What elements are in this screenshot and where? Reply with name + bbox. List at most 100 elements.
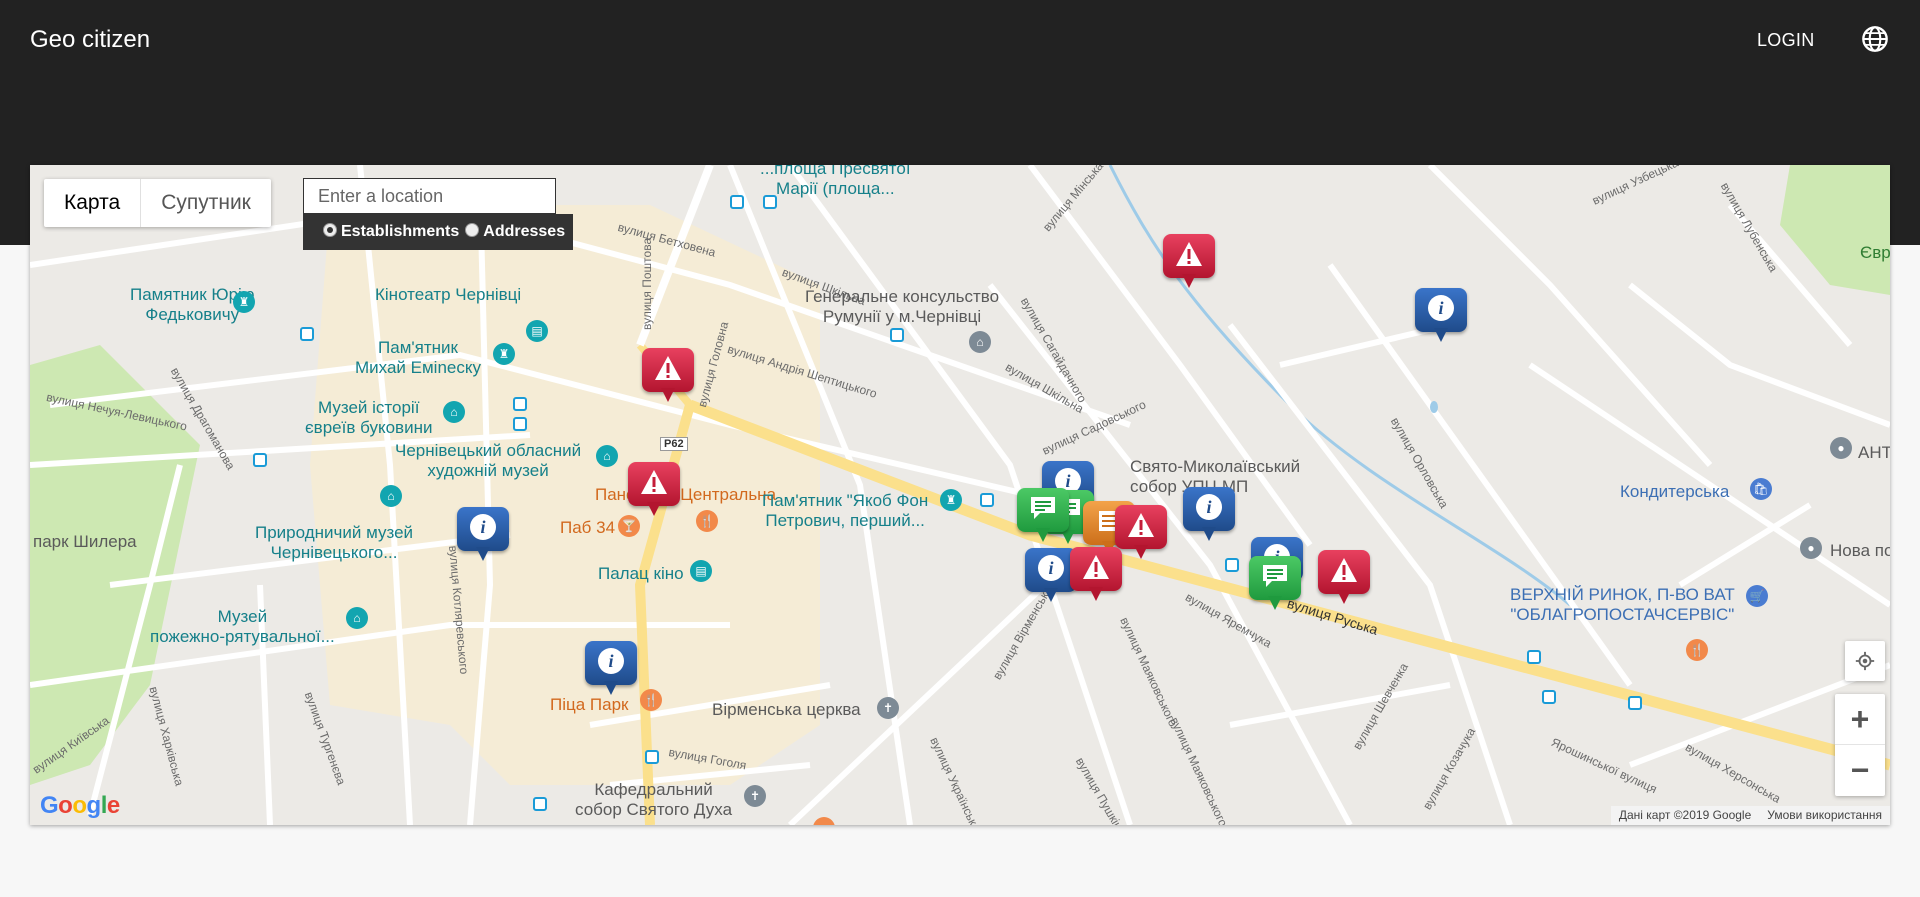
map-type-satellite-button[interactable]: Супутник	[141, 179, 271, 227]
bus-stop-icon[interactable]	[980, 493, 994, 507]
terms-link[interactable]: Умови використання	[1767, 808, 1882, 823]
place-label[interactable]: Вірменська церква	[712, 700, 861, 720]
cinema-icon[interactable]: ▤	[690, 560, 712, 582]
place-label[interactable]: Кінотеатр Чернівці	[375, 285, 521, 305]
place-label[interactable]: Євр	[1860, 243, 1890, 263]
info-marker[interactable]: i	[457, 507, 509, 565]
logo-letter: o	[72, 792, 87, 819]
cinema-icon[interactable]: ▤	[526, 320, 548, 342]
restaurant-icon[interactable]: 🍴	[640, 689, 662, 711]
info-marker[interactable]: i	[1183, 487, 1235, 545]
bus-stop-icon[interactable]	[730, 195, 744, 209]
route-badge: Р62	[660, 437, 688, 451]
place-label[interactable]: Паб 34	[560, 518, 615, 538]
comment-marker[interactable]	[1017, 488, 1069, 546]
radio-unchecked-icon[interactable]	[465, 223, 480, 237]
svg-text:i: i	[608, 651, 613, 671]
place-pin-icon[interactable]: ●	[1830, 437, 1852, 459]
svg-text:i: i	[1048, 558, 1053, 578]
place-label[interactable]: парк Шилера	[33, 532, 137, 552]
shop-icon[interactable]: 🛍	[1750, 478, 1772, 500]
place-label[interactable]: Пам'ятник "Якоб Фон Петрович, перший...	[762, 491, 928, 531]
bus-stop-icon[interactable]	[1225, 558, 1239, 572]
monument-icon[interactable]: ♜	[233, 291, 255, 313]
church-icon[interactable]: ✝	[744, 785, 766, 807]
brand-title[interactable]: Geo citizen	[30, 26, 150, 54]
place-label[interactable]: ...площа Пресвятої Марії (площа...	[760, 165, 911, 199]
shop-icon[interactable]: 🛒	[1746, 585, 1768, 607]
place-label[interactable]: Панорама Центральна	[595, 485, 776, 505]
bus-stop-icon[interactable]	[1527, 650, 1541, 664]
info-marker[interactable]: i	[1415, 288, 1467, 346]
logo-letter: G	[40, 792, 59, 819]
place-label[interactable]: Природничий музей Чернівецького...	[255, 523, 413, 563]
place-label[interactable]: Музей історії євреїв буковини	[305, 398, 432, 438]
map-type-map-button[interactable]: Карта	[44, 179, 142, 227]
login-link[interactable]: LOGIN	[1757, 30, 1815, 51]
bus-stop-icon[interactable]	[300, 327, 314, 341]
problem-marker[interactable]	[1318, 550, 1370, 608]
bus-stop-icon[interactable]	[645, 750, 659, 764]
problem-marker[interactable]	[642, 348, 694, 406]
place-label[interactable]: Генеральне консульство Румунії у м.Черні…	[805, 287, 999, 327]
zoom-in-button[interactable]: +	[1835, 695, 1885, 745]
svg-text:i: i	[480, 517, 485, 537]
place-pin-icon[interactable]: ●	[1800, 537, 1822, 559]
bus-stop-icon[interactable]	[513, 417, 527, 431]
bus-stop-icon[interactable]	[533, 797, 547, 811]
radio-checked-icon[interactable]	[323, 223, 337, 237]
warning-icon	[1174, 240, 1204, 273]
bus-stop-icon[interactable]	[1542, 690, 1556, 704]
museum-icon[interactable]: ⌂	[380, 485, 402, 507]
globe-icon[interactable]	[1861, 25, 1889, 53]
bus-stop-icon[interactable]	[763, 195, 777, 209]
logo-letter: e	[106, 792, 120, 819]
bus-stop-icon[interactable]	[253, 453, 267, 467]
comment-marker[interactable]	[1249, 556, 1301, 614]
street-label: вулиця Поштова	[640, 237, 654, 330]
zoom-out-button[interactable]: −	[1835, 745, 1885, 795]
warning-icon	[639, 468, 669, 501]
chat-icon	[1028, 494, 1058, 527]
place-label[interactable]: Кафедральний собор Святого Духа	[575, 780, 732, 820]
consulate-icon[interactable]: ⌂	[969, 331, 991, 353]
warning-icon	[1329, 556, 1359, 589]
map-canvas[interactable]: вулиця Головна вулиця Руська вулиця Сага…	[30, 165, 1890, 825]
problem-marker[interactable]	[628, 462, 680, 520]
warning-icon	[1081, 553, 1111, 586]
search-type-radios: Establishments Addresses	[303, 214, 573, 250]
bus-stop-icon[interactable]	[513, 397, 527, 411]
restaurant-icon[interactable]: 🍴	[696, 510, 718, 532]
zoom-control: + −	[1835, 694, 1885, 796]
place-label[interactable]: Палац кіно	[598, 564, 684, 584]
problem-marker[interactable]	[1115, 505, 1167, 563]
place-label[interactable]: Пам'ятник Михай Еміnеску	[355, 338, 481, 378]
monument-icon[interactable]: ♜	[940, 489, 962, 511]
google-logo: Google	[40, 792, 120, 820]
bus-stop-icon[interactable]	[890, 328, 904, 342]
my-location-button[interactable]	[1845, 641, 1885, 681]
info-marker[interactable]: i	[585, 641, 637, 699]
location-search-input[interactable]	[303, 178, 556, 214]
addresses-radio[interactable]: Addresses	[465, 223, 565, 241]
monument-icon[interactable]: ♜	[493, 343, 515, 365]
place-label[interactable]: Чернівецький обласний художній музей	[395, 441, 581, 481]
info-icon: i	[1426, 293, 1456, 328]
warning-icon	[653, 354, 683, 387]
restaurant-icon[interactable]: 🍴	[1686, 639, 1708, 661]
establishments-radio[interactable]: Establishments	[323, 223, 459, 241]
church-icon[interactable]: ✝	[877, 697, 899, 719]
problem-marker[interactable]	[1070, 547, 1122, 605]
place-label[interactable]: Кондитерська	[1620, 482, 1729, 502]
place-label[interactable]: АНТ	[1858, 443, 1890, 463]
museum-icon[interactable]: ⌂	[443, 401, 465, 423]
place-label[interactable]: Музей пожежно-рятувальної...	[150, 607, 335, 647]
info-icon: i	[1036, 553, 1066, 588]
place-label[interactable]: ВЕРХНІЙ РИНОК, П-ВО ВАТ "ОБЛАГРОПОСТАЧСЕ…	[1510, 585, 1735, 625]
place-label[interactable]: Нова по	[1830, 541, 1890, 561]
bus-stop-icon[interactable]	[1628, 696, 1642, 710]
museum-icon[interactable]: ⌂	[596, 445, 618, 467]
info-icon: i	[1194, 492, 1224, 527]
problem-marker[interactable]	[1163, 234, 1215, 292]
museum-icon[interactable]: ⌂	[346, 607, 368, 629]
